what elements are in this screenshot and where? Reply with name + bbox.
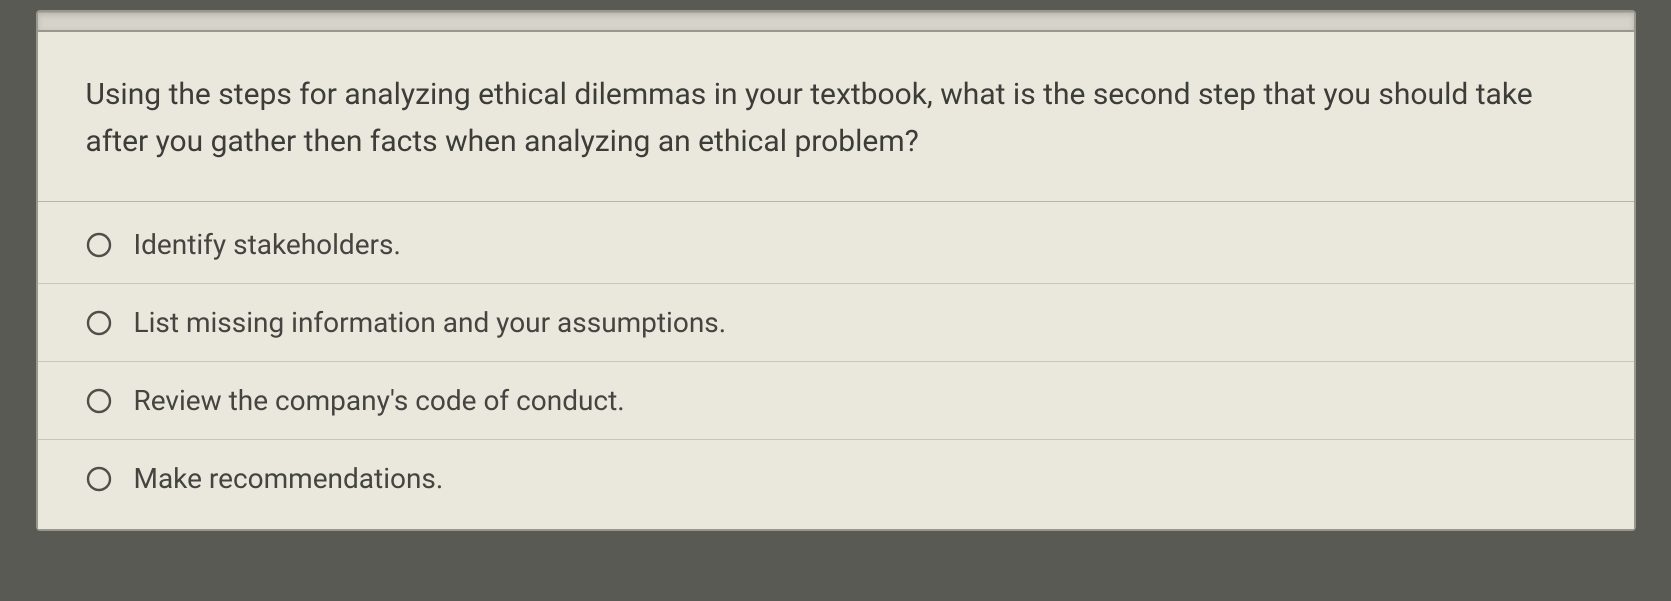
question-prompt: Using the steps for analyzing ethical di… <box>38 32 1634 202</box>
options-list: Identify stakeholders. List missing info… <box>38 202 1634 529</box>
option-label: List missing information and your assump… <box>134 306 727 339</box>
radio-unchecked-icon <box>86 310 112 336</box>
option-row-3[interactable]: Review the company's code of conduct. <box>38 362 1634 440</box>
option-label: Review the company's code of conduct. <box>134 384 625 417</box>
radio-unchecked-icon <box>86 232 112 258</box>
question-body: Using the steps for analyzing ethical di… <box>38 32 1634 529</box>
option-row-4[interactable]: Make recommendations. <box>38 440 1634 529</box>
option-row-1[interactable]: Identify stakeholders. <box>38 202 1634 284</box>
option-row-2[interactable]: List missing information and your assump… <box>38 284 1634 362</box>
option-label: Make recommendations. <box>134 462 444 495</box>
card-top-bar <box>38 12 1634 32</box>
radio-unchecked-icon <box>86 388 112 414</box>
radio-unchecked-icon <box>86 466 112 492</box>
question-card: Using the steps for analyzing ethical di… <box>36 10 1636 531</box>
option-label: Identify stakeholders. <box>134 228 401 261</box>
